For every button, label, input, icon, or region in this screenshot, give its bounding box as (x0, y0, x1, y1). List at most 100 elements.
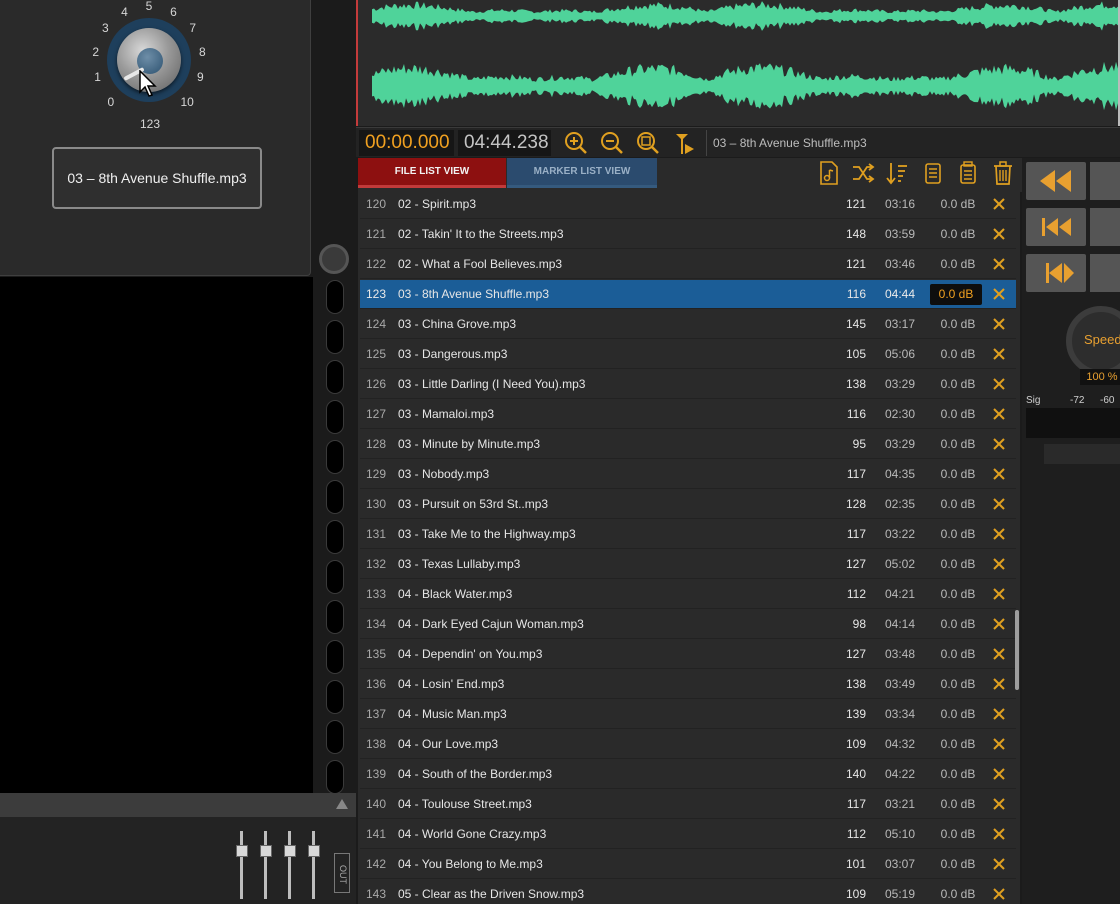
slot-item[interactable] (326, 320, 344, 354)
file-list-row[interactable]: 137 04 - Music Man.mp3 139 03:34 0.0 dB (360, 700, 1016, 729)
file-list-row[interactable]: 134 04 - Dark Eyed Cajun Woman.mp3 98 04:14… (360, 610, 1016, 639)
file-list-row[interactable]: 121 02 - Takin' It to the Streets.mp3 148 0… (360, 220, 1016, 249)
file-list-row[interactable]: 131 03 - Take Me to the Highway.mp3 117 03:… (360, 520, 1016, 549)
track-gain[interactable]: 0.0 dB (932, 850, 984, 879)
fader-handle[interactable] (236, 845, 248, 857)
remove-track-icon[interactable] (992, 850, 1006, 879)
remove-track-icon[interactable] (992, 820, 1006, 849)
transport-button-right[interactable] (1090, 208, 1120, 246)
track-gain[interactable]: 0.0 dB (932, 490, 984, 519)
copy-list-icon[interactable] (920, 160, 946, 186)
expand-up-icon[interactable] (336, 799, 348, 809)
remove-track-icon[interactable] (992, 670, 1006, 699)
slot-item[interactable] (326, 720, 344, 754)
waveform-display[interactable] (356, 0, 1120, 126)
current-file-display[interactable]: 03 – 8th Avenue Shuffle.mp3 (52, 147, 262, 209)
remove-track-icon[interactable] (992, 700, 1006, 729)
track-gain[interactable]: 0.0 dB (932, 730, 984, 759)
file-list-row[interactable]: 143 05 - Clear as the Driven Snow.mp3 109 0… (360, 880, 1016, 904)
remove-track-icon[interactable] (992, 220, 1006, 249)
remove-track-icon[interactable] (992, 460, 1006, 489)
slot-item[interactable] (326, 440, 344, 474)
paste-list-icon[interactable] (954, 160, 980, 186)
slot-item[interactable] (326, 280, 344, 314)
remove-track-icon[interactable] (992, 790, 1006, 819)
track-gain[interactable]: 0.0 dB (932, 310, 984, 339)
file-list-row[interactable]: 136 04 - Losin' End.mp3 138 03:49 0.0 dB (360, 670, 1016, 699)
file-list-row[interactable]: 120 02 - Spirit.mp3 121 03:16 0.0 dB (360, 190, 1016, 219)
track-gain[interactable]: 0.0 dB (932, 670, 984, 699)
track-gain[interactable]: 0.0 dB (932, 250, 984, 279)
fader-handle[interactable] (284, 845, 296, 857)
remove-track-icon[interactable] (992, 610, 1006, 639)
track-gain[interactable]: 0.0 dB (932, 190, 984, 219)
remove-track-icon[interactable] (992, 640, 1006, 669)
slot-item[interactable] (326, 360, 344, 394)
marker-play-icon[interactable] (670, 130, 698, 156)
file-list-row[interactable]: 138 04 - Our Love.mp3 109 04:32 0.0 dB (360, 730, 1016, 759)
slot-item[interactable] (326, 560, 344, 594)
remove-track-icon[interactable] (992, 580, 1006, 609)
track-gain[interactable]: 0.0 dB (932, 610, 984, 639)
file-list-row[interactable]: 124 03 - China Grove.mp3 145 03:17 0.0 dB (360, 310, 1016, 339)
slot-item[interactable] (326, 520, 344, 554)
slot-item[interactable] (326, 600, 344, 634)
collapse-bar[interactable] (0, 793, 356, 817)
file-list-row[interactable]: 135 04 - Dependin' on You.mp3 127 03:48 0.0 … (360, 640, 1016, 669)
slot-item[interactable] (326, 760, 344, 794)
file-list-row[interactable]: 142 04 - You Belong to Me.mp3 101 03:07 0.0 … (360, 850, 1016, 879)
transport-button-right[interactable] (1090, 254, 1120, 292)
file-list-row[interactable]: 123 03 - 8th Avenue Shuffle.mp3 116 04:44 0.… (360, 280, 1016, 309)
go-to-start-button[interactable] (1026, 254, 1086, 292)
track-gain[interactable]: 0.0 dB (932, 700, 984, 729)
file-list-row[interactable]: 140 04 - Toulouse Street.mp3 117 03:21 0.0 d… (360, 790, 1016, 819)
remove-track-icon[interactable] (992, 430, 1006, 459)
trash-icon[interactable] (990, 160, 1016, 186)
file-list-row[interactable]: 127 03 - Mamaloi.mp3 116 02:30 0.0 dB (360, 400, 1016, 429)
slot-item[interactable] (326, 680, 344, 714)
sort-icon[interactable] (884, 160, 910, 186)
file-list-row[interactable]: 122 02 - What a Fool Believes.mp3 121 03:46… (360, 250, 1016, 279)
track-gain[interactable]: 0.0 dB (932, 340, 984, 369)
shuffle-icon[interactable] (850, 160, 876, 186)
remove-track-icon[interactable] (992, 250, 1006, 279)
file-list-row[interactable]: 128 03 - Minute by Minute.mp3 95 03:29 0.0 d… (360, 430, 1016, 459)
fader-handle[interactable] (260, 845, 272, 857)
file-list-row[interactable]: 126 03 - Little Darling (I Need You).mp3 1… (360, 370, 1016, 399)
slot-item[interactable] (326, 640, 344, 674)
file-list-row[interactable]: 141 04 - World Gone Crazy.mp3 112 05:10 0.0 … (360, 820, 1016, 849)
previous-track-button[interactable] (1026, 208, 1086, 246)
track-gain[interactable]: 0.0 dB (932, 550, 984, 579)
slot-item[interactable] (326, 480, 344, 514)
track-gain[interactable]: 0.0 dB (932, 220, 984, 249)
track-gain[interactable]: 0.0 dB (932, 580, 984, 609)
transport-button-right[interactable] (1090, 162, 1120, 200)
remove-track-icon[interactable] (992, 730, 1006, 759)
remove-track-icon[interactable] (992, 760, 1006, 789)
track-gain[interactable]: 0.0 dB (932, 820, 984, 849)
tab-marker-list-view[interactable]: MARKER LIST VIEW (507, 158, 657, 188)
remove-track-icon[interactable] (992, 880, 1006, 904)
zoom-in-icon[interactable] (562, 130, 590, 156)
remove-track-icon[interactable] (992, 550, 1006, 579)
file-list-row[interactable]: 125 03 - Dangerous.mp3 105 05:06 0.0 dB (360, 340, 1016, 369)
remove-track-icon[interactable] (992, 340, 1006, 369)
fader-handle[interactable] (308, 845, 320, 857)
remove-track-icon[interactable] (992, 280, 1006, 309)
zoom-fit-icon[interactable] (634, 130, 662, 156)
file-list-row[interactable]: 132 03 - Texas Lullaby.mp3 127 05:02 0.0 dB (360, 550, 1016, 579)
track-gain[interactable]: 0.0 dB (932, 640, 984, 669)
add-file-icon[interactable] (816, 160, 842, 186)
rewind-button[interactable] (1026, 162, 1086, 200)
file-list-row[interactable]: 129 03 - Nobody.mp3 117 04:35 0.0 dB (360, 460, 1016, 489)
remove-track-icon[interactable] (992, 520, 1006, 549)
round-button[interactable] (319, 244, 349, 274)
file-list-row[interactable]: 139 04 - South of the Border.mp3 140 04:22 0… (360, 760, 1016, 789)
track-gain[interactable]: 0.0 dB (932, 520, 984, 549)
zoom-out-icon[interactable] (598, 130, 626, 156)
tab-file-list-view[interactable]: FILE LIST VIEW (358, 158, 506, 188)
track-gain[interactable]: 0.0 dB (932, 880, 984, 904)
list-scrollbar[interactable] (1015, 610, 1019, 690)
remove-track-icon[interactable] (992, 370, 1006, 399)
file-list-row[interactable]: 133 04 - Black Water.mp3 112 04:21 0.0 dB (360, 580, 1016, 609)
